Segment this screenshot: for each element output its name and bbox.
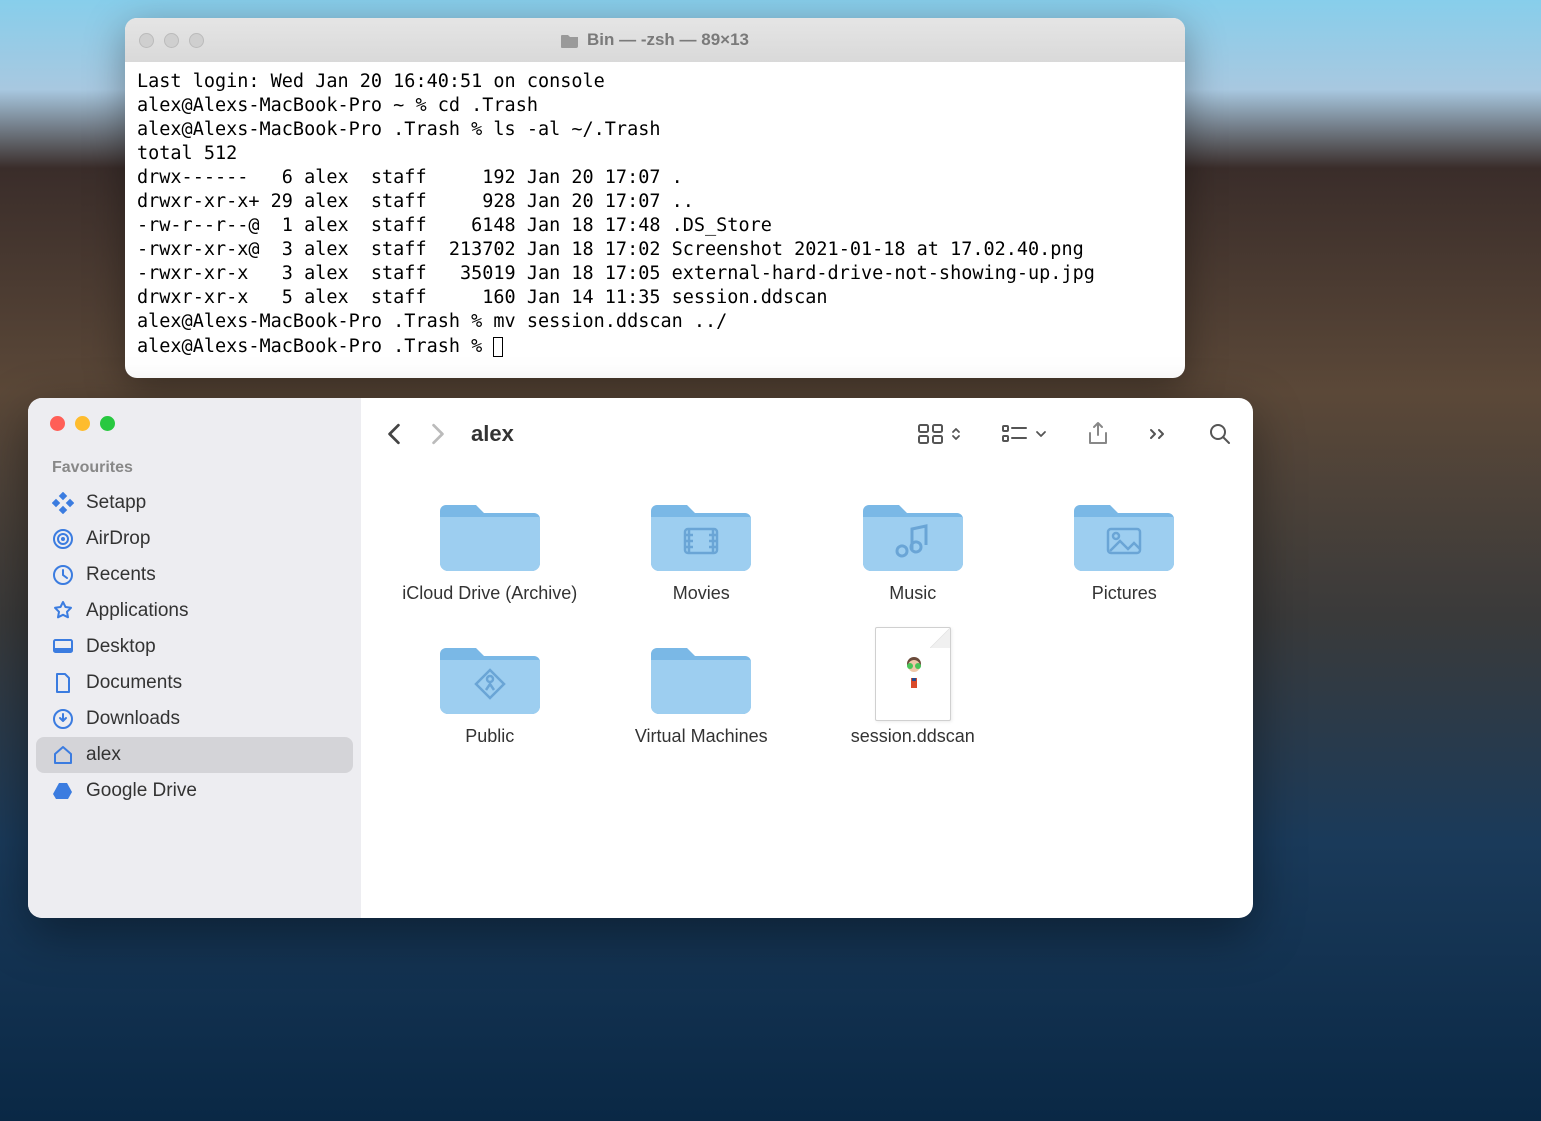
folder-music[interactable]: Music	[812, 486, 1014, 605]
terminal-line: drwxr-xr-x+ 29 alex staff 928 Jan 20 17:…	[137, 191, 694, 212]
setapp-icon	[52, 492, 74, 514]
finder-main: alex	[361, 398, 1253, 918]
file-label: Movies	[673, 582, 730, 605]
sidebar-item-label: Downloads	[86, 708, 180, 730]
documents-icon	[52, 672, 74, 694]
folder-public[interactable]: Public	[389, 629, 591, 748]
file-label: Music	[889, 582, 936, 605]
sidebar-item-google-drive[interactable]: Google Drive	[36, 773, 353, 809]
traffic-lights	[28, 416, 361, 431]
share-icon	[1087, 421, 1109, 447]
chevron-updown-icon	[951, 426, 961, 442]
terminal-window: Bin — -zsh — 89×13 Last login: Wed Jan 2…	[125, 18, 1185, 378]
file-session-ddscan[interactable]: session.ddscan	[812, 629, 1014, 748]
folder-icon	[647, 629, 755, 719]
sidebar-item-setapp[interactable]: Setapp	[36, 485, 353, 521]
applications-icon	[52, 600, 74, 622]
view-mode-button[interactable]	[917, 423, 961, 445]
document-icon	[859, 629, 967, 719]
sidebar-item-airdrop[interactable]: AirDrop	[36, 521, 353, 557]
sidebar-item-home[interactable]: alex	[36, 737, 353, 773]
folder-icloud-archive[interactable]: iCloud Drive (Archive)	[389, 486, 591, 605]
sidebar-item-label: Desktop	[86, 636, 156, 658]
sidebar-item-label: Google Drive	[86, 780, 197, 802]
file-label: Pictures	[1092, 582, 1157, 605]
terminal-line: alex@Alexs-MacBook-Pro .Trash % mv sessi…	[137, 311, 727, 332]
finder-sidebar: Favourites Setapp AirDrop Recents Applic…	[28, 398, 361, 918]
terminal-line: drwx------ 6 alex staff 192 Jan 20 17:07…	[137, 167, 683, 188]
terminal-line: total 512	[137, 143, 237, 164]
chevron-down-icon	[1035, 430, 1047, 438]
finder-content[interactable]: iCloud Drive (Archive) Movies Music Pict…	[361, 470, 1253, 918]
group-button[interactable]	[1001, 424, 1047, 444]
clock-icon	[52, 564, 74, 586]
terminal-line: Last login: Wed Jan 20 16:40:51 on conso…	[137, 71, 605, 92]
terminal-cursor	[493, 337, 503, 357]
airdrop-icon	[52, 528, 74, 550]
folder-virtual-machines[interactable]: Virtual Machines	[601, 629, 803, 748]
terminal-titlebar[interactable]: Bin — -zsh — 89×13	[125, 18, 1185, 62]
forward-button[interactable]	[427, 423, 449, 445]
search-button[interactable]	[1209, 423, 1231, 445]
terminal-line: -rw-r--r--@ 1 alex staff 6148 Jan 18 17:…	[137, 215, 772, 236]
sidebar-item-desktop[interactable]: Desktop	[36, 629, 353, 665]
group-icon	[1001, 424, 1029, 444]
gdrive-icon	[52, 780, 74, 802]
sidebar-item-label: Setapp	[86, 492, 146, 514]
back-button[interactable]	[383, 423, 405, 445]
nav-arrows	[383, 423, 449, 445]
terminal-line: alex@Alexs-MacBook-Pro .Trash % ls -al ~…	[137, 119, 660, 140]
desktop-icon	[52, 636, 74, 658]
file-label: session.ddscan	[851, 725, 975, 748]
terminal-line: drwxr-xr-x 5 alex staff 160 Jan 14 11:35…	[137, 287, 828, 308]
terminal-line: -rwxr-xr-x@ 3 alex staff 213702 Jan 18 1…	[137, 239, 1084, 260]
folder-pictures[interactable]: Pictures	[1024, 486, 1226, 605]
file-label: iCloud Drive (Archive)	[402, 582, 577, 605]
terminal-line: alex@Alexs-MacBook-Pro .Trash %	[137, 336, 493, 357]
downloads-icon	[52, 708, 74, 730]
sidebar-item-label: Documents	[86, 672, 182, 694]
folder-movies[interactable]: Movies	[601, 486, 803, 605]
folder-icon	[1070, 486, 1178, 576]
chevron-double-right-icon	[1149, 428, 1169, 440]
sidebar-item-label: AirDrop	[86, 528, 150, 550]
minimize-button[interactable]	[75, 416, 90, 431]
sidebar-item-documents[interactable]: Documents	[36, 665, 353, 701]
terminal-line: -rwxr-xr-x 3 alex staff 35019 Jan 18 17:…	[137, 263, 1095, 284]
terminal-body[interactable]: Last login: Wed Jan 20 16:40:51 on conso…	[125, 62, 1185, 367]
more-button[interactable]	[1149, 428, 1169, 440]
zoom-button[interactable]	[100, 416, 115, 431]
grid-icon	[917, 423, 945, 445]
finder-toolbar: alex	[361, 398, 1253, 470]
finder-location-title: alex	[471, 421, 514, 447]
file-label: Virtual Machines	[635, 725, 768, 748]
terminal-line: alex@Alexs-MacBook-Pro ~ % cd .Trash	[137, 95, 538, 116]
folder-icon	[436, 629, 544, 719]
sidebar-item-label: Recents	[86, 564, 156, 586]
home-icon	[52, 744, 74, 766]
folder-icon	[561, 33, 579, 48]
search-icon	[1209, 423, 1231, 445]
sidebar-item-label: Applications	[86, 600, 188, 622]
close-button[interactable]	[50, 416, 65, 431]
folder-icon	[859, 486, 967, 576]
sidebar-item-label: alex	[86, 744, 121, 766]
sidebar-item-applications[interactable]: Applications	[36, 593, 353, 629]
file-label: Public	[465, 725, 514, 748]
terminal-title-text: Bin — -zsh — 89×13	[587, 30, 749, 50]
sidebar-item-recents[interactable]: Recents	[36, 557, 353, 593]
sidebar-section-title: Favourites	[28, 431, 361, 485]
terminal-title: Bin — -zsh — 89×13	[125, 30, 1185, 50]
share-button[interactable]	[1087, 421, 1109, 447]
finder-window: Favourites Setapp AirDrop Recents Applic…	[28, 398, 1253, 918]
sidebar-item-downloads[interactable]: Downloads	[36, 701, 353, 737]
folder-icon	[647, 486, 755, 576]
folder-icon	[436, 486, 544, 576]
toolbar-right	[917, 421, 1231, 447]
